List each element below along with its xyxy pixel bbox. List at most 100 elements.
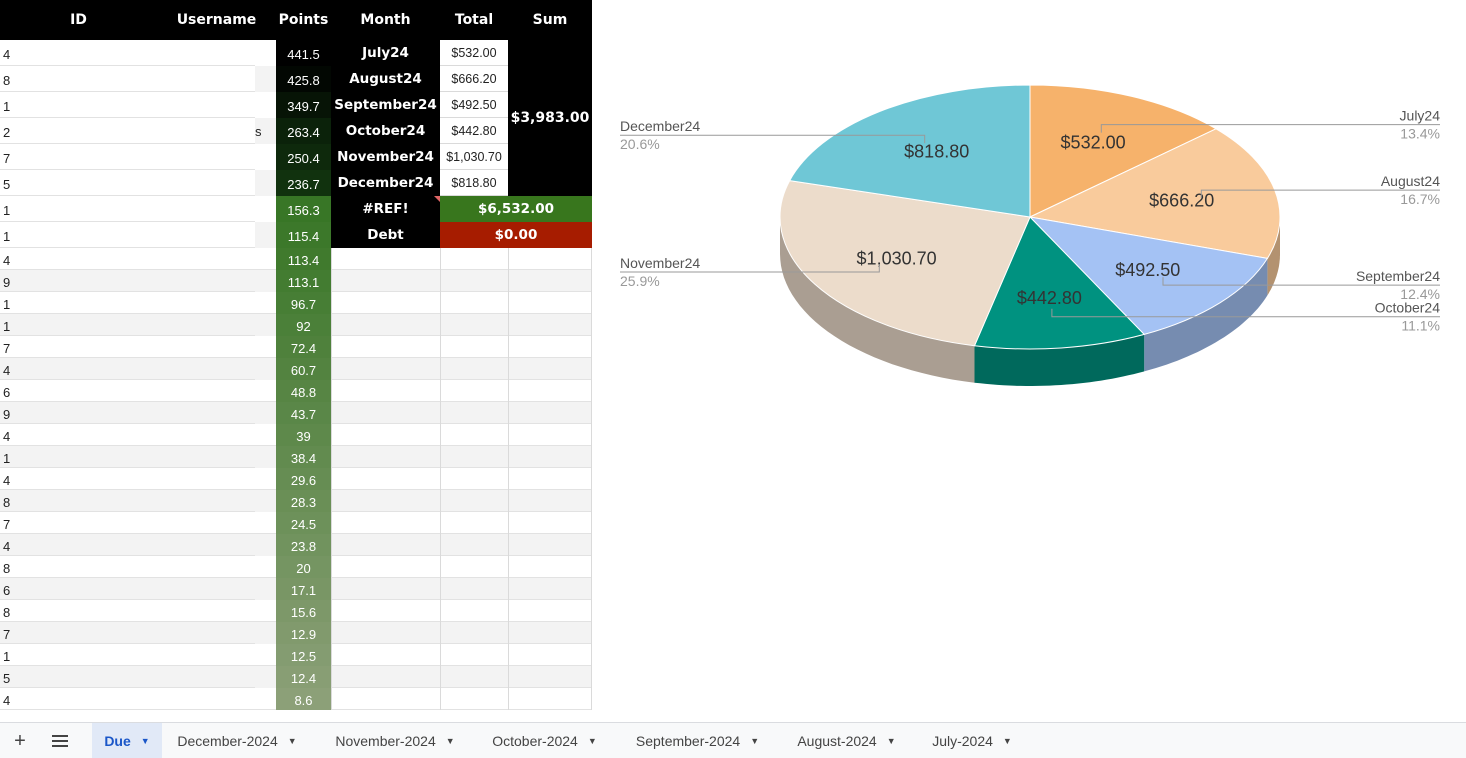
id-cell[interactable]: 5: [3, 177, 10, 192]
month-cell[interactable]: November24: [331, 144, 440, 170]
caret-down-icon[interactable]: ▼: [750, 736, 759, 746]
debt-value-cell[interactable]: $0.00: [440, 222, 592, 248]
id-cell[interactable]: 8: [3, 495, 10, 510]
points-value: 43.7: [290, 406, 317, 422]
id-cell[interactable]: 4: [3, 693, 10, 708]
id-cell[interactable]: 4: [3, 539, 10, 554]
month-cell[interactable]: October24: [331, 118, 440, 144]
id-cell[interactable]: 4: [3, 253, 10, 268]
id-cell[interactable]: 1: [3, 451, 10, 466]
username-cell[interactable]: [255, 222, 276, 248]
caret-down-icon[interactable]: ▼: [588, 736, 597, 746]
spreadsheet-grid[interactable]: ID Username Points Month Total Sum 4 441.…: [0, 0, 592, 710]
caret-down-icon[interactable]: ▼: [887, 736, 896, 746]
username-cell[interactable]: [255, 314, 276, 336]
sum-cell[interactable]: $3,983.00: [508, 40, 592, 196]
header-points[interactable]: Points: [276, 0, 331, 40]
month-cell[interactable]: July24: [331, 40, 440, 66]
ref-value-cell[interactable]: $6,532.00: [440, 196, 592, 222]
sheet-tab-due[interactable]: Due ▼: [92, 723, 162, 758]
username-cell[interactable]: [255, 490, 276, 512]
id-cell[interactable]: 1: [3, 203, 10, 218]
id-cell[interactable]: 1: [3, 319, 10, 334]
sheet-tab-september-2024[interactable]: September-2024 ▼: [620, 723, 775, 758]
username-cell[interactable]: [255, 196, 276, 222]
gridline: [331, 248, 332, 710]
total-cell[interactable]: $492.50: [440, 92, 508, 118]
id-cell[interactable]: 6: [3, 385, 10, 400]
total-cell[interactable]: $1,030.70: [440, 144, 508, 170]
id-cell[interactable]: 4: [3, 47, 10, 62]
pie-chart[interactable]: $532.00 July24 13.4% $666.20 August24 16.7% $4…: [600, 40, 1460, 500]
username-cell[interactable]: [255, 534, 276, 556]
username-cell[interactable]: [255, 402, 276, 424]
sheet-tab-label: Due: [104, 733, 131, 749]
id-cell[interactable]: 2: [3, 125, 10, 140]
total-cell[interactable]: $666.20: [440, 66, 508, 92]
id-cell[interactable]: 8: [3, 605, 10, 620]
id-cell[interactable]: 1: [3, 229, 10, 244]
username-cell[interactable]: [255, 358, 276, 380]
username-cell[interactable]: [255, 92, 276, 118]
points-value: 115.4: [287, 228, 320, 244]
username-cell[interactable]: [255, 170, 276, 196]
points-value: 28.3: [290, 494, 317, 510]
sheet-tab-august-2024[interactable]: August-2024 ▼: [783, 723, 910, 758]
id-cell[interactable]: 9: [3, 407, 10, 422]
username-cell[interactable]: [255, 270, 276, 292]
total-cell[interactable]: $818.80: [440, 170, 508, 196]
points-value: 92: [296, 318, 311, 334]
id-cell[interactable]: 9: [3, 275, 10, 290]
id-cell[interactable]: 6: [3, 583, 10, 598]
header-total[interactable]: Total: [440, 0, 508, 40]
username-cell[interactable]: [255, 144, 276, 170]
debt-label-cell[interactable]: Debt: [331, 222, 440, 248]
points-value: 12.9: [290, 626, 317, 642]
ref-error-cell[interactable]: #REF!: [331, 196, 440, 222]
id-cell[interactable]: 1: [3, 99, 10, 114]
id-cell[interactable]: 1: [3, 297, 10, 312]
id-cell[interactable]: 7: [3, 517, 10, 532]
id-cell[interactable]: 4: [3, 363, 10, 378]
username-cell[interactable]: [255, 578, 276, 600]
username-cell[interactable]: [255, 66, 276, 92]
hamburger-icon[interactable]: [50, 723, 70, 758]
username-cell[interactable]: [255, 666, 276, 688]
header-month[interactable]: Month: [331, 0, 440, 40]
total-cell[interactable]: $442.80: [440, 118, 508, 144]
username-cell-text[interactable]: s: [255, 125, 262, 138]
callout-label: October24: [1375, 300, 1441, 316]
points-value: 250.4: [287, 150, 320, 166]
month-cell[interactable]: August24: [331, 66, 440, 92]
caret-down-icon[interactable]: ▼: [288, 736, 297, 746]
id-cell[interactable]: 5: [3, 671, 10, 686]
id-cell[interactable]: 7: [3, 627, 10, 642]
points-value: 156.3: [287, 202, 320, 218]
plus-icon[interactable]: +: [10, 723, 30, 758]
sheet-tab-december-2024[interactable]: December-2024 ▼: [162, 723, 312, 758]
id-cell[interactable]: 1: [3, 649, 10, 664]
id-cell[interactable]: 8: [3, 73, 10, 88]
id-cell[interactable]: 4: [3, 429, 10, 444]
callout-label: December24: [620, 118, 700, 134]
sheet-tab-july-2024[interactable]: July-2024 ▼: [917, 723, 1027, 758]
header-sum[interactable]: Sum: [508, 0, 592, 40]
username-cell[interactable]: [255, 40, 276, 66]
id-cell[interactable]: 8: [3, 561, 10, 576]
header-username[interactable]: Username: [157, 0, 276, 40]
username-cell[interactable]: [255, 622, 276, 644]
month-cell[interactable]: September24: [331, 92, 440, 118]
sheet-tab-november-2024[interactable]: November-2024 ▼: [320, 723, 470, 758]
caret-down-icon[interactable]: ▼: [141, 736, 150, 746]
header-id[interactable]: ID: [0, 0, 157, 40]
sheet-tab-october-2024[interactable]: October-2024 ▼: [477, 723, 612, 758]
month-cell[interactable]: December24: [331, 170, 440, 196]
id-cell[interactable]: 7: [3, 341, 10, 356]
id-cell[interactable]: 7: [3, 151, 10, 166]
total-cell[interactable]: $532.00: [440, 40, 508, 66]
id-cell[interactable]: 4: [3, 473, 10, 488]
username-cell[interactable]: [255, 446, 276, 468]
caret-down-icon[interactable]: ▼: [1003, 736, 1012, 746]
caret-down-icon[interactable]: ▼: [446, 736, 455, 746]
sheet-tab-label: October-2024: [492, 733, 578, 749]
